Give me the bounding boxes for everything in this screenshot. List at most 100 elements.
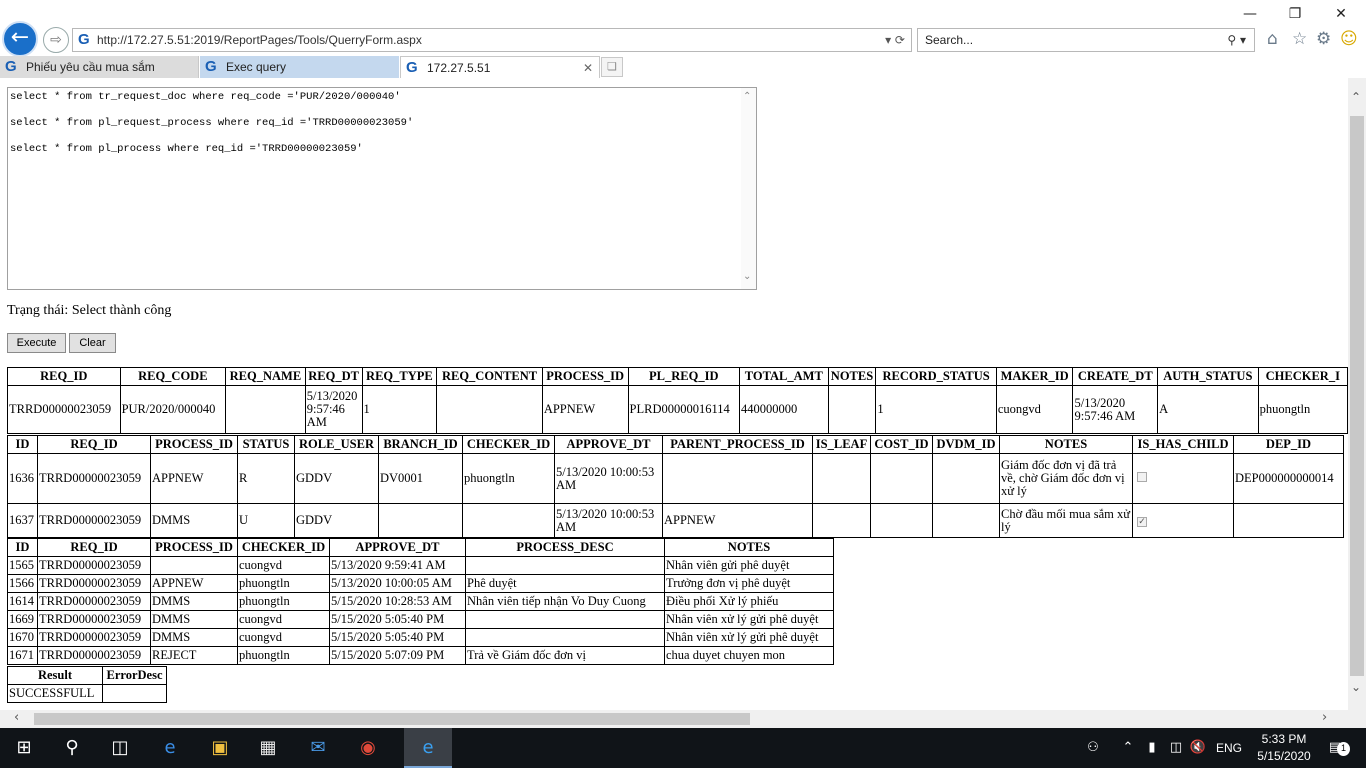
table-cell: 1565	[7, 556, 38, 575]
table-cell: phuongtln	[1257, 385, 1348, 434]
column-header: REQ_ID	[37, 435, 151, 454]
close-window-button[interactable]: ✕	[1327, 4, 1355, 24]
clock-time: 5:33 PM	[1261, 732, 1307, 746]
clear-button[interactable]: Clear	[69, 333, 116, 353]
query-line: select * from tr_request_doc where req_c…	[10, 91, 401, 103]
volume-icon[interactable]: 🔇	[1188, 728, 1208, 768]
refresh-icon[interactable]: ▾ ⟳	[885, 29, 905, 51]
network-icon[interactable]: ◫	[1166, 728, 1186, 768]
edge-browser-icon[interactable]: e	[146, 728, 194, 768]
textarea-scrollbar[interactable]: ⌃ ⌄	[741, 88, 756, 289]
column-header: DEP_ID	[1233, 435, 1344, 454]
people-icon[interactable]: ⚇	[1080, 728, 1106, 768]
execute-button[interactable]: Execute	[7, 333, 66, 353]
table-cell: DV0001	[378, 453, 463, 504]
table-row: 1566 TRRD00000023059 APPNEW phuongtln 5/…	[7, 574, 834, 593]
column-header: PROCESS_ID	[541, 367, 629, 386]
table-cell: 5/13/2020 9:59:41 AM	[329, 556, 466, 575]
notification-count-badge: 1	[1337, 742, 1350, 756]
search-icon[interactable]: ⚲	[48, 728, 96, 768]
scroll-down-icon[interactable]: ⌄	[1351, 680, 1361, 694]
table-cell: APPNEW	[150, 453, 238, 504]
store-icon[interactable]: ▦	[244, 728, 292, 768]
column-header: RECORD_STATUS	[875, 367, 997, 386]
table-cell: TRRD00000023059	[37, 646, 151, 665]
windows-start-icon[interactable]: ⊞	[0, 728, 48, 768]
column-header: TOTAL_AMT	[739, 367, 829, 386]
column-header: REQ_TYPE	[361, 367, 438, 386]
show-hidden-icons-icon[interactable]: ⌃	[1118, 728, 1138, 768]
back-arrow-icon[interactable]: ←	[2, 21, 38, 57]
task-view-icon[interactable]: ◫	[96, 728, 144, 768]
forward-arrow-icon[interactable]: ⇨	[43, 27, 69, 53]
search-icon[interactable]: ⚲ ▾	[1227, 29, 1246, 51]
chrome-icon[interactable]: ◉	[344, 728, 392, 768]
table-cell: phuongtln	[237, 574, 330, 593]
column-header: NOTES	[999, 435, 1133, 454]
table-cell	[1132, 453, 1234, 504]
search-box[interactable]: Search... ⚲ ▾	[917, 28, 1255, 52]
column-header: APPROVE_DT	[554, 435, 663, 454]
scroll-thumb[interactable]	[1350, 116, 1364, 676]
gear-icon[interactable]: ⚙	[1316, 29, 1331, 49]
scroll-down-icon[interactable]: ⌄	[743, 271, 751, 282]
page-vertical-scrollbar[interactable]: ⌃ ⌄	[1348, 78, 1366, 710]
tab-exec-query[interactable]: G Exec query	[200, 56, 399, 78]
table-cell: DMMS	[150, 592, 238, 611]
table-cell: Điều phối Xử lý phiếu	[664, 592, 834, 611]
table-cell	[150, 556, 238, 575]
tab-purchase-request[interactable]: G Phiếu yêu cầu mua sắm	[0, 56, 199, 78]
table-cell: ✓	[1132, 503, 1234, 538]
language-indicator[interactable]: ENG	[1212, 728, 1246, 768]
address-bar[interactable]: G http://172.27.5.51:2019/ReportPages/To…	[72, 28, 912, 52]
table-cell: APPNEW	[150, 574, 238, 593]
table-cell: 1614	[7, 592, 38, 611]
scroll-thumb[interactable]	[34, 713, 750, 725]
table-cell: TRRD00000023059	[37, 610, 151, 629]
scroll-left-icon[interactable]: ‹	[14, 710, 19, 725]
smiley-icon[interactable]: ☺	[1340, 29, 1358, 49]
table-cell: PUR/2020/000040	[119, 385, 227, 434]
restore-button[interactable]: ❐	[1281, 4, 1309, 24]
is-has-child-checkbox[interactable]	[1137, 472, 1147, 482]
column-header: PROCESS_ID	[150, 538, 238, 557]
table-row: 1614 TRRD00000023059 DMMS phuongtln 5/15…	[7, 592, 834, 611]
column-header: PL_REQ_ID	[627, 367, 741, 386]
battery-icon[interactable]: ▮	[1142, 728, 1162, 768]
close-tab-icon[interactable]: ✕	[583, 57, 593, 79]
tab-label: 172.27.5.51	[427, 61, 491, 75]
table-row: 1637 TRRD00000023059 DMMS U GDDV 5/13/20…	[7, 503, 1344, 538]
table-cell: DMMS	[150, 610, 238, 629]
new-tab-button[interactable]: ❏	[601, 57, 623, 77]
table-row: 1636 TRRD00000023059 APPNEW R GDDV DV000…	[7, 453, 1344, 504]
is-has-child-checkbox[interactable]: ✓	[1137, 517, 1147, 527]
query-textarea[interactable]: select * from tr_request_doc where req_c…	[7, 87, 757, 290]
minimize-button[interactable]: —	[1236, 4, 1264, 24]
table-row: 1670 TRRD00000023059 DMMS cuongvd 5/15/2…	[7, 628, 834, 647]
home-icon[interactable]: ⌂	[1267, 29, 1278, 49]
star-icon[interactable]: ☆	[1292, 29, 1307, 49]
column-header: NOTES	[827, 367, 877, 386]
mail-icon[interactable]: ✉	[294, 728, 342, 768]
table-cell	[378, 503, 463, 538]
tab-current[interactable]: G 172.27.5.51 ✕	[400, 56, 600, 78]
scroll-up-icon[interactable]: ⌃	[1351, 90, 1361, 104]
table-cell: PLRD00000016114	[627, 385, 741, 434]
table-cell: 5/15/2020 5:07:09 PM	[329, 646, 466, 665]
table-cell: DMMS	[150, 628, 238, 647]
file-explorer-icon[interactable]: ▣	[196, 728, 244, 768]
column-header: REQ_ID	[37, 538, 151, 557]
clock[interactable]: 5:33 PM 5/15/2020	[1248, 731, 1320, 765]
column-header: ROLE_USER	[294, 435, 379, 454]
table-cell: TRRD00000023059	[37, 453, 151, 504]
table-cell: Phê duyệt	[465, 574, 665, 593]
tab-label: Phiếu yêu cầu mua sắm	[26, 60, 155, 74]
scroll-right-icon[interactable]: ›	[1322, 710, 1327, 725]
table-cell: 1637	[7, 503, 38, 538]
internet-explorer-icon[interactable]: e	[404, 728, 452, 768]
scroll-up-icon[interactable]: ⌃	[743, 91, 751, 102]
page-horizontal-scrollbar[interactable]: ‹ ›	[0, 710, 1348, 728]
table-cell	[102, 684, 167, 703]
table-cell: 1671	[7, 646, 38, 665]
table-cell: 5/15/2020 5:05:40 PM	[329, 610, 466, 629]
